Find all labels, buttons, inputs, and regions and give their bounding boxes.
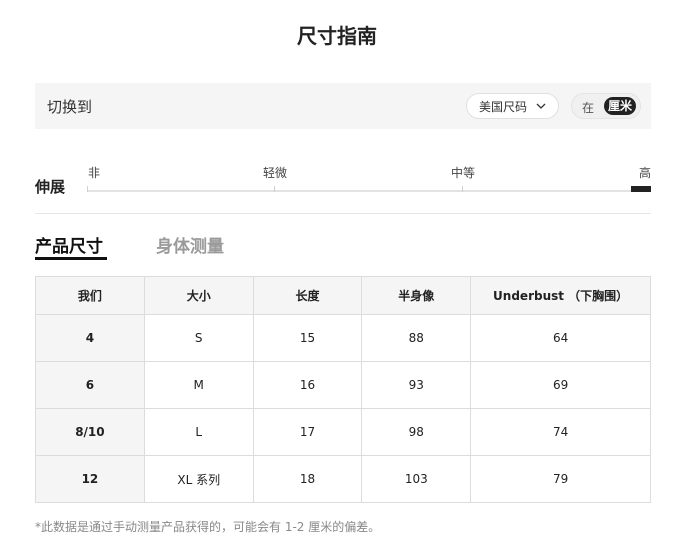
stretch-scale-tick bbox=[462, 186, 463, 192]
tab-body-measurements[interactable]: 身体测量 bbox=[156, 232, 224, 257]
table-header-row: 我们 大小 长度 半身像 Underbust （下胸围） bbox=[35, 276, 651, 315]
stretch-level-high: 高 bbox=[639, 166, 652, 180]
column-header-underbust: Underbust （下胸围） bbox=[470, 276, 651, 315]
table-cell: 6 bbox=[35, 361, 145, 409]
column-header-size: 大小 bbox=[143, 276, 254, 315]
table-row: 12 XL 系列 18 103 79 bbox=[35, 455, 651, 503]
stretch-level-none: 非 bbox=[88, 166, 101, 180]
table-cell: 93 bbox=[361, 361, 472, 409]
stretch-scale-track bbox=[87, 190, 631, 192]
unit-toggle[interactable]: 在 厘米 bbox=[571, 93, 641, 119]
table-cell: 15 bbox=[252, 314, 363, 362]
table-cell: 4 bbox=[35, 314, 145, 362]
unit-cm-option[interactable]: 厘米 bbox=[604, 97, 636, 115]
table-cell: 69 bbox=[470, 361, 651, 409]
table-cell: M bbox=[143, 361, 254, 409]
table-row: 8/10 L 17 98 74 bbox=[35, 408, 651, 456]
table-cell: 79 bbox=[470, 455, 651, 503]
table-cell: 103 bbox=[361, 455, 472, 503]
table-cell: 74 bbox=[470, 408, 651, 456]
table-cell: S bbox=[143, 314, 254, 362]
table-cell: 64 bbox=[470, 314, 651, 362]
size-system-select[interactable]: 美国尺码 bbox=[466, 93, 559, 119]
table-cell: 12 bbox=[35, 455, 145, 503]
page-title: 尺寸指南 bbox=[297, 24, 377, 48]
table-row: 4 S 15 88 64 bbox=[35, 314, 651, 362]
table-cell: 98 bbox=[361, 408, 472, 456]
switch-label: 切换到 bbox=[47, 98, 93, 116]
column-header-bust: 半身像 bbox=[361, 276, 472, 315]
column-header-length: 长度 bbox=[252, 276, 363, 315]
stretch-scale-selected-marker bbox=[631, 186, 651, 192]
stretch-level-slight: 轻微 bbox=[263, 166, 288, 180]
table-cell: L bbox=[143, 408, 254, 456]
table-cell: 17 bbox=[252, 408, 363, 456]
table-cell: 18 bbox=[252, 455, 363, 503]
table-cell: 16 bbox=[252, 361, 363, 409]
section-divider bbox=[35, 213, 651, 214]
chevron-down-icon bbox=[536, 103, 546, 109]
stretch-scale-tick bbox=[274, 186, 275, 192]
table-cell: 8/10 bbox=[35, 408, 145, 456]
stretch-scale-tick bbox=[87, 186, 88, 192]
size-system-value: 美国尺码 bbox=[479, 99, 528, 114]
tab-product-size[interactable]: 产品尺寸 bbox=[35, 232, 103, 257]
table-cell: XL 系列 bbox=[143, 455, 254, 503]
size-table: 我们 大小 长度 半身像 Underbust （下胸围） 4 S 15 88 6… bbox=[35, 276, 651, 503]
unit-switch-bar: 切换到 美国尺码 在 厘米 bbox=[35, 83, 651, 129]
table-cell: 88 bbox=[361, 314, 472, 362]
stretch-label: 伸展 bbox=[35, 178, 66, 196]
table-row: 6 M 16 93 69 bbox=[35, 361, 651, 409]
stretch-level-medium: 中等 bbox=[451, 166, 476, 180]
footnote: *此数据是通过手动测量产品获得的，可能会有 1-2 厘米的偏差。 bbox=[35, 520, 381, 534]
active-tab-indicator bbox=[35, 257, 107, 260]
column-header-us: 我们 bbox=[35, 276, 145, 315]
unit-in-option[interactable]: 在 bbox=[582, 99, 594, 116]
